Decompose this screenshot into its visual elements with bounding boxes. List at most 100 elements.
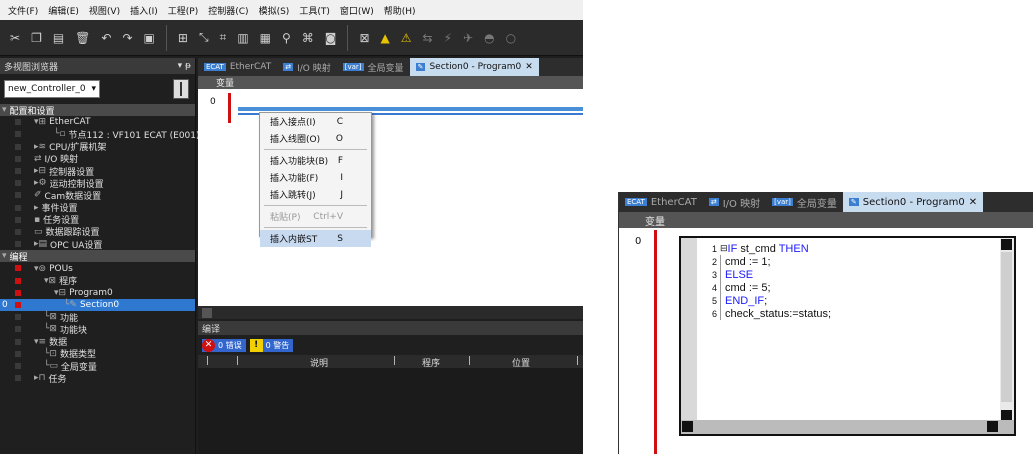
offline-icon[interactable]: ⇆: [423, 31, 433, 45]
scrollbar-thumb[interactable]: [1001, 252, 1012, 402]
cut-icon[interactable]: ✂: [10, 31, 20, 45]
tree-node-icon: ▾: [2, 105, 7, 116]
compare-icon[interactable]: ▥: [237, 31, 248, 45]
close-icon[interactable]: ✕: [969, 197, 977, 208]
tree-item[interactable]: ✐ Cam数据设置: [0, 189, 195, 202]
context-menu-item[interactable]: 插入内嵌ST S: [260, 230, 371, 247]
variable-bar[interactable]: 变量: [198, 76, 583, 89]
tree-item[interactable]: ▸ 事件设置: [0, 202, 195, 214]
tree-item[interactable]: ▾⊞ EtherCAT: [0, 116, 195, 128]
sync-icon[interactable]: ⚡: [444, 31, 452, 45]
tree-item[interactable]: └⊡ 数据类型: [0, 348, 195, 360]
panel-toggle-icon[interactable]: [173, 79, 189, 99]
tree-item[interactable]: ▪ 任务设置: [0, 214, 195, 226]
paste-icon[interactable]: ▤: [53, 31, 64, 45]
tree-item[interactable]: ▾⊠ 程序: [0, 275, 195, 287]
code-line[interactable]: 3 ELSE: [701, 268, 991, 281]
copy-icon[interactable]: ❐: [31, 31, 42, 45]
monitor-icon[interactable]: ⌘: [302, 31, 314, 45]
tree-item[interactable]: ⇄ I/O 映射: [0, 153, 195, 165]
controller-dropdown[interactable]: new_Controller_0 ▾: [4, 80, 100, 98]
pin-icon[interactable]: ▾ ᵽ: [178, 61, 191, 71]
st-code-lines[interactable]: 1 ⊟ IF st_cmd THEN 2 cmd := 1; 3 ELSE 4 cmd := 5…: [701, 242, 991, 320]
scroll-up-arrow[interactable]: [1001, 239, 1012, 250]
tree-item[interactable]: └▭ 全局变量: [0, 360, 195, 373]
find-icon[interactable]: ⚲: [282, 31, 291, 45]
menu-item[interactable]: 窗口(W): [340, 4, 374, 17]
menu-item[interactable]: 控制器(C): [208, 4, 248, 17]
editor-tab[interactable]: ECAT EtherCAT: [619, 192, 703, 212]
tree-item[interactable]: ▸⊟ 控制器设置: [0, 165, 195, 178]
alarm-icon[interactable]: ⚠: [401, 31, 412, 45]
code-line[interactable]: 1 ⊟ IF st_cmd THEN: [701, 242, 991, 255]
tree-item[interactable]: ▸▤ OPC UA设置: [0, 238, 195, 251]
inline-st-editor[interactable]: 1 ⊟ IF st_cmd THEN 2 cmd := 1; 3 ELSE 4 cmd := 5…: [679, 236, 1016, 436]
redo-icon[interactable]: ↷: [122, 31, 132, 45]
editor-tab[interactable]: [var] 全局变量: [766, 192, 843, 212]
warning-icon[interactable]: ▲: [381, 31, 390, 45]
warnings-filter-button[interactable]: ! 0 警告: [249, 338, 294, 352]
undo-icon[interactable]: ↶: [101, 31, 111, 45]
online-icon[interactable]: ⊠: [359, 31, 369, 45]
menu-item[interactable]: 模拟(S): [259, 4, 290, 17]
tree-item[interactable]: ▾⊟ Program0: [0, 287, 195, 299]
editor-tab[interactable]: ⇄ I/O 映射: [703, 192, 766, 212]
step-icon[interactable]: ◓: [484, 31, 494, 45]
menu-item[interactable]: 编辑(E): [48, 4, 79, 17]
scroll-left-arrow[interactable]: [682, 421, 693, 432]
context-menu-item[interactable]: 插入功能(F) I: [260, 169, 371, 186]
delete-icon[interactable]: 🗑: [75, 31, 90, 45]
tree-item[interactable]: └⊠ 功能块: [0, 323, 195, 336]
build-icon[interactable]: ⊞: [178, 31, 188, 45]
stop-icon[interactable]: ○: [506, 31, 516, 45]
context-menu-item[interactable]: 插入接点(I) C: [260, 113, 371, 130]
tree-item[interactable]: └⊠ 功能: [0, 311, 195, 324]
tree-item[interactable]: ▸≋ CPU/扩展机架: [0, 141, 195, 153]
context-menu-item[interactable]: 插入跳转(J) J: [260, 186, 371, 203]
tree-section-header[interactable]: ▾ 编程: [0, 250, 195, 263]
tree-item[interactable]: ▸⊓ 任务: [0, 372, 195, 385]
editor-tab[interactable]: ✎ Section0 - Program0 ✕: [842, 192, 984, 212]
transfer-icon[interactable]: ⌗: [220, 30, 227, 45]
menu-item[interactable]: 工程(P): [168, 4, 198, 17]
menu-item[interactable]: 视图(V): [89, 4, 120, 17]
menu-item[interactable]: 工具(T): [299, 4, 330, 17]
tree-item[interactable]: ▭ 数据跟踪设置: [0, 226, 195, 238]
menu-item[interactable]: 帮助(H): [384, 4, 416, 17]
editor-tab[interactable]: ✎ Section0 - Program0 ✕: [409, 58, 539, 76]
tree-item[interactable]: 0 └✎ Section0: [0, 299, 195, 312]
errors-filter-button[interactable]: ✕ 0 错误: [202, 338, 246, 352]
cross-ref-icon[interactable]: ⤡: [199, 30, 209, 45]
st-horizontal-scrollbar[interactable]: [681, 420, 1014, 434]
record-icon[interactable]: ◙: [325, 31, 337, 45]
tree-item[interactable]: ▾≡ 数据: [0, 336, 195, 348]
tree-item[interactable]: ▾⊚ POUs: [0, 262, 195, 274]
st-vertical-scrollbar[interactable]: [1000, 238, 1014, 434]
run-icon[interactable]: ✈: [463, 31, 473, 45]
menu-item-label: 插入接点(I): [270, 118, 316, 128]
close-icon[interactable]: ✕: [525, 62, 533, 72]
editor-tab[interactable]: [var] 全局变量: [337, 58, 410, 76]
context-menu-item[interactable]: 插入线圈(O) O: [260, 130, 371, 147]
tree-item[interactable]: └▫ 节点112 : VF101 ECAT (E001): [0, 128, 200, 141]
save-icon[interactable]: ▣: [144, 31, 155, 45]
scrollbar-thumb[interactable]: [202, 308, 212, 318]
tree-item[interactable]: ▸⚙ 运动控制设置: [0, 177, 195, 190]
editor-tab[interactable]: ⇄ I/O 映射: [277, 58, 337, 76]
search-icon[interactable]: ▦: [260, 31, 271, 45]
rung-line[interactable]: [238, 107, 583, 111]
variable-bar[interactable]: 变量: [619, 212, 1033, 228]
code-line[interactable]: 5 END_IF;: [701, 294, 991, 307]
scroll-right-arrow[interactable]: [987, 421, 998, 432]
code-line[interactable]: 6 check_status:=status;: [701, 307, 991, 320]
menu-item[interactable]: 插入(I): [130, 4, 158, 17]
ladder-editor[interactable]: 0: [198, 89, 583, 306]
editor-horizontal-scrollbar[interactable]: [198, 306, 583, 319]
code-line[interactable]: 4 cmd := 5;: [701, 281, 991, 294]
fold-icon[interactable]: ⊟: [720, 243, 728, 254]
editor-tab[interactable]: ECAT EtherCAT: [198, 58, 277, 76]
context-menu-item[interactable]: 插入功能块(B) F: [260, 152, 371, 169]
menu-item[interactable]: 文件(F): [8, 4, 38, 17]
tree-section-header[interactable]: ▾ 配置和设置: [0, 104, 195, 117]
code-line[interactable]: 2 cmd := 1;: [701, 255, 991, 268]
